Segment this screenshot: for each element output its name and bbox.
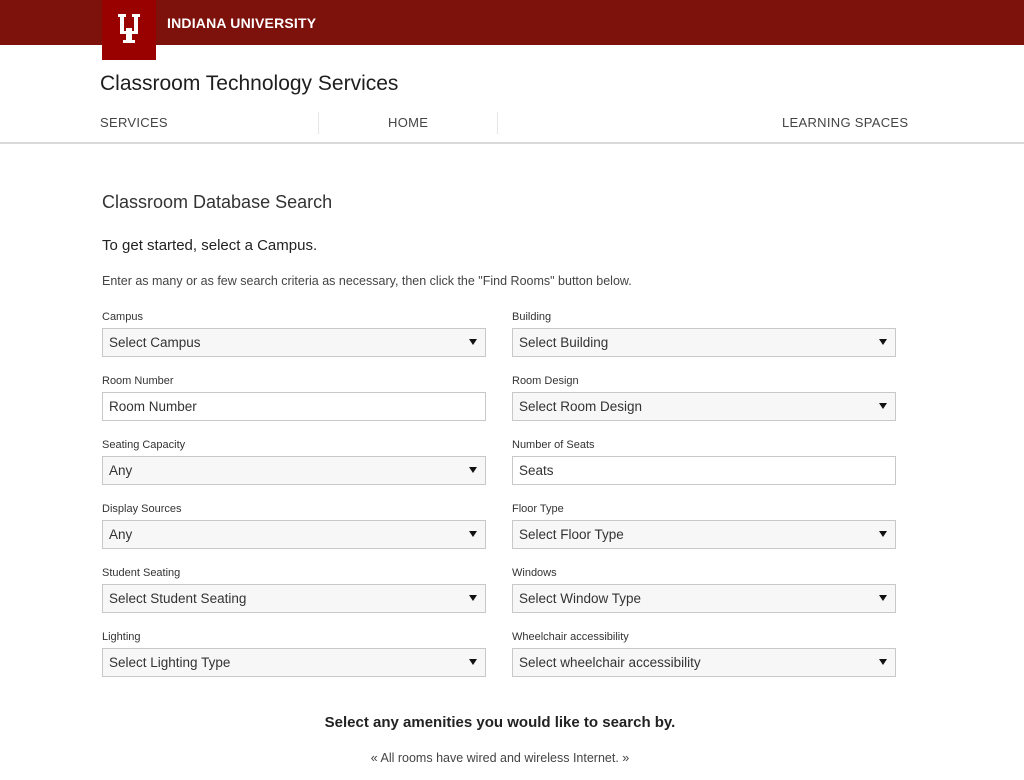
chevron-down-icon bbox=[469, 659, 477, 665]
chevron-down-icon bbox=[879, 595, 887, 601]
lighting-label: Lighting bbox=[102, 631, 141, 643]
chevron-down-icon bbox=[469, 339, 477, 345]
chevron-down-icon bbox=[469, 531, 477, 537]
student-seating-label: Student Seating bbox=[102, 567, 181, 579]
number-of-seats-label: Number of Seats bbox=[512, 439, 595, 451]
number-of-seats-placeholder: Seats bbox=[519, 463, 554, 478]
site-title[interactable]: Classroom Technology Services bbox=[100, 72, 398, 96]
wheelchair-select[interactable]: Select wheelchair accessibility bbox=[512, 648, 896, 677]
lighting-select[interactable]: Select Lighting Type bbox=[102, 648, 486, 677]
wheelchair-select-value: Select wheelchair accessibility bbox=[519, 655, 701, 670]
display-sources-select[interactable]: Any bbox=[102, 520, 486, 549]
campus-label: Campus bbox=[102, 311, 143, 323]
main-nav: SERVICES HOME LEARNING SPACES bbox=[0, 112, 1024, 144]
floor-type-select[interactable]: Select Floor Type bbox=[512, 520, 896, 549]
room-design-label: Room Design bbox=[512, 375, 579, 387]
university-name[interactable]: INDIANA UNIVERSITY bbox=[167, 15, 316, 31]
nav-item-services[interactable]: SERVICES bbox=[100, 115, 168, 130]
nav-divider bbox=[318, 112, 319, 134]
amenities-heading: Select any amenities you would like to s… bbox=[324, 714, 676, 731]
wheelchair-label: Wheelchair accessibility bbox=[512, 631, 629, 643]
floor-type-label: Floor Type bbox=[512, 503, 564, 515]
chevron-down-icon bbox=[469, 595, 477, 601]
room-number-label: Room Number bbox=[102, 375, 174, 387]
seating-capacity-label: Seating Capacity bbox=[102, 439, 186, 451]
floor-type-select-value: Select Floor Type bbox=[519, 527, 624, 542]
seating-capacity-select-value: Any bbox=[109, 463, 133, 478]
building-select-value: Select Building bbox=[519, 335, 609, 350]
building-select[interactable]: Select Building bbox=[512, 328, 896, 357]
windows-select[interactable]: Select Window Type bbox=[512, 584, 896, 613]
room-number-placeholder: Room Number bbox=[109, 399, 197, 414]
instructions-text: Enter as many or as few search criteria … bbox=[102, 274, 632, 288]
lighting-select-value: Select Lighting Type bbox=[109, 655, 231, 670]
lead-text: To get started, select a Campus. bbox=[102, 237, 318, 254]
page-title: Classroom Database Search bbox=[102, 192, 333, 212]
campus-select[interactable]: Select Campus bbox=[102, 328, 486, 357]
chevron-down-icon bbox=[879, 531, 887, 537]
student-seating-select[interactable]: Select Student Seating bbox=[102, 584, 486, 613]
iu-logo[interactable] bbox=[102, 0, 156, 60]
student-seating-select-value: Select Student Seating bbox=[109, 591, 247, 606]
chevron-down-icon bbox=[879, 659, 887, 665]
room-number-input[interactable]: Room Number bbox=[102, 392, 486, 421]
chevron-down-icon bbox=[879, 339, 887, 345]
seating-capacity-select[interactable]: Any bbox=[102, 456, 486, 485]
chevron-down-icon bbox=[879, 403, 887, 409]
nav-item-home[interactable]: HOME bbox=[388, 115, 428, 130]
room-design-select-value: Select Room Design bbox=[519, 399, 643, 414]
nav-item-learning-spaces[interactable]: LEARNING SPACES bbox=[782, 115, 908, 130]
building-label: Building bbox=[512, 311, 552, 323]
nav-divider bbox=[497, 112, 498, 134]
chevron-down-icon bbox=[469, 467, 477, 473]
display-sources-label: Display Sources bbox=[102, 503, 182, 515]
windows-label: Windows bbox=[512, 567, 557, 579]
number-of-seats-input[interactable]: Seats bbox=[512, 456, 896, 485]
amenities-note: « All rooms have wired and wireless Inte… bbox=[370, 751, 630, 765]
display-sources-select-value: Any bbox=[109, 527, 133, 542]
room-design-select[interactable]: Select Room Design bbox=[512, 392, 896, 421]
campus-select-value: Select Campus bbox=[109, 335, 201, 350]
windows-select-value: Select Window Type bbox=[519, 591, 642, 606]
trident-icon bbox=[118, 14, 140, 43]
